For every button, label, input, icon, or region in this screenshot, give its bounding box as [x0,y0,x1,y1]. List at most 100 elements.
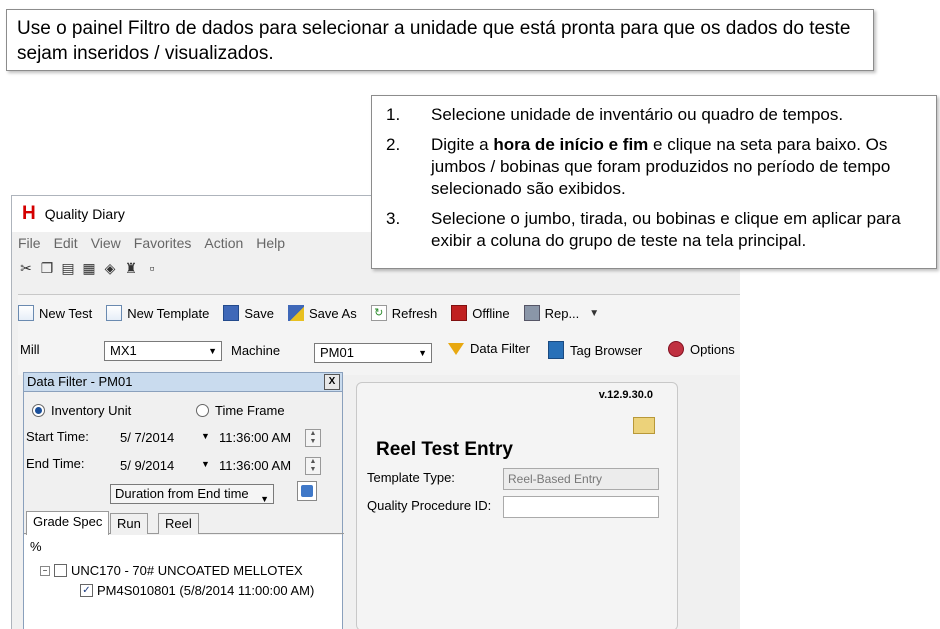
print-icon[interactable]: ▦ [81,260,97,277]
people-icon[interactable]: ♜ [123,260,139,277]
tree-item-reel[interactable]: ✓ PM4S010801 (5/8/2014 11:00:00 AM) [80,583,314,598]
step-number: 2. [386,135,401,154]
time-frame-radio[interactable]: Time Frame [196,403,285,418]
step-text: Selecione unidade de inventário ou quadr… [431,105,844,124]
toolbar-row: New Test New Template Save Save As ↻ Refr… [18,301,599,325]
start-time-spinner[interactable]: ▲ ▼ [305,429,321,447]
time-frame-label: Time Frame [215,403,285,418]
mill-value: MX1 [110,343,137,358]
tab-run[interactable]: Run [110,513,148,534]
chevron-down-icon: ▼ [208,346,217,356]
down-arrow-button[interactable] [297,481,317,501]
step-number: 3. [386,209,401,228]
data-filter-panel: Data Filter - PM01 X Inventory Unit Time… [23,372,344,629]
machine-select[interactable]: PM01 ▼ [314,343,432,363]
mill-select[interactable]: MX1 ▼ [104,341,222,361]
report-button[interactable]: Rep... [523,305,580,321]
step-text: Selecione o jumbo, tirada, ou bobinas e … [431,209,901,250]
tag-browser-label: Tag Browser [570,342,643,358]
refresh-label: Refresh [391,305,438,321]
instruction-text: Use o painel Filtro de dados para seleci… [17,18,851,64]
quality-procedure-label: Quality Procedure ID: [367,498,492,513]
tab-reel[interactable]: Reel [158,513,199,534]
options-icon [668,341,684,357]
tree-header: % [30,539,42,554]
menu-edit[interactable]: Edit [54,235,78,251]
end-date-picker[interactable]: 5/ 9/2014 [120,456,174,476]
start-time-label: Start Time: [26,429,89,444]
tab-grade-spec[interactable]: Grade Spec [26,511,110,535]
menu-view[interactable]: View [91,235,121,251]
chevron-down-icon: ▼ [260,494,269,504]
machine-label: Machine [231,343,281,358]
instruction-callout: Use o painel Filtro de dados para seleci… [6,9,874,71]
reel-title: Reel Test Entry [376,439,513,460]
radio-unselected-icon [196,404,209,417]
checkbox-checked[interactable]: ✓ [80,584,93,597]
tree-child-label: PM4S010801 (5/8/2014 11:00:00 AM) [97,583,315,598]
quality-procedure-input[interactable] [503,496,659,518]
radio-selected-icon [32,404,45,417]
document-icon [106,305,123,321]
template-type-label: Template Type: [367,470,455,485]
step-text: Digite a hora de início e fim e clique n… [431,134,926,200]
save-label: Save [244,305,275,321]
panel-title: Data Filter - PM01 [27,374,133,389]
offline-label: Offline [472,305,510,321]
offline-button[interactable]: Offline [451,305,510,321]
scissors-icon[interactable]: ✂ [18,260,34,277]
collapse-icon[interactable]: − [40,565,50,576]
template-type-field: Reel-Based Entry [503,468,659,490]
floppy-icon [223,305,240,321]
start-time-input[interactable]: 11:36:00 AM [219,428,291,448]
menu-action[interactable]: Action [204,235,243,251]
offline-icon [451,305,468,321]
tag-icon[interactable]: ◈ [102,260,118,277]
save-as-icon [288,305,305,321]
menu-file[interactable]: File [18,235,41,251]
options-button[interactable]: Options [668,341,735,357]
data-filter-button[interactable]: Data Filter [448,341,530,356]
chevron-down-icon: ▼ [418,348,427,358]
report-label: Rep... [544,305,580,321]
duration-select[interactable]: Duration from End time ▼ [110,484,274,504]
paste-icon[interactable]: ▤ [60,260,76,277]
chevron-down-icon[interactable]: ▼ [201,459,210,469]
reel-test-entry-panel: v.12.9.30.0 Reel Test Entry Template Typ… [356,382,678,629]
data-filter-label: Data Filter [470,341,530,356]
step-text-bold: hora de início e fim [493,135,649,154]
app-logo-icon: H [22,203,36,224]
version-label: v.12.9.30.0 [598,389,653,401]
menu-favorites[interactable]: Favorites [134,235,192,251]
new-template-button[interactable]: New Template [106,305,209,321]
save-button[interactable]: Save [223,305,274,321]
folder-icon[interactable] [633,417,655,434]
filter-tabs: Grade Spec Run Reel [24,511,344,535]
save-as-button[interactable]: Save As [288,305,357,321]
window-title: Quality Diary [44,206,125,222]
checkbox-unchecked[interactable] [54,564,67,577]
funnel-icon [448,342,464,355]
menu-help[interactable]: Help [256,235,285,251]
chevron-down-icon[interactable]: ▼ [201,431,210,441]
end-time-input[interactable]: 11:36:00 AM [219,456,291,476]
tag-browser-button[interactable]: Tag Browser [548,341,642,359]
document-icon [18,305,34,321]
doc-icon[interactable]: ▫ [144,260,160,276]
inventory-unit-label: Inventory Unit [51,403,132,418]
end-time-label: End Time: [26,456,85,471]
close-icon[interactable]: X [324,374,340,390]
refresh-button[interactable]: ↻ Refresh [370,305,438,321]
chevron-down-icon[interactable]: ▼ [589,308,599,319]
copy-icon[interactable]: ❐ [39,260,55,277]
mill-label: Mill [20,342,40,357]
new-test-button[interactable]: New Test [18,305,92,321]
step-2: 2. Digite a hora de início e fim e cliqu… [386,134,926,200]
tag-browser-icon [548,341,564,359]
inventory-unit-radio[interactable]: Inventory Unit [32,403,131,418]
step-text-pre: Digite a [431,135,494,154]
end-time-spinner[interactable]: ▲ ▼ [305,457,321,475]
tree-item-grade[interactable]: − UNC170 - 70# UNCOATED MELLOTEX [40,563,303,578]
unit-tree: % − UNC170 - 70# UNCOATED MELLOTEX ✓ PM4… [24,535,342,629]
start-date-picker[interactable]: 5/ 7/2014 [120,428,174,448]
